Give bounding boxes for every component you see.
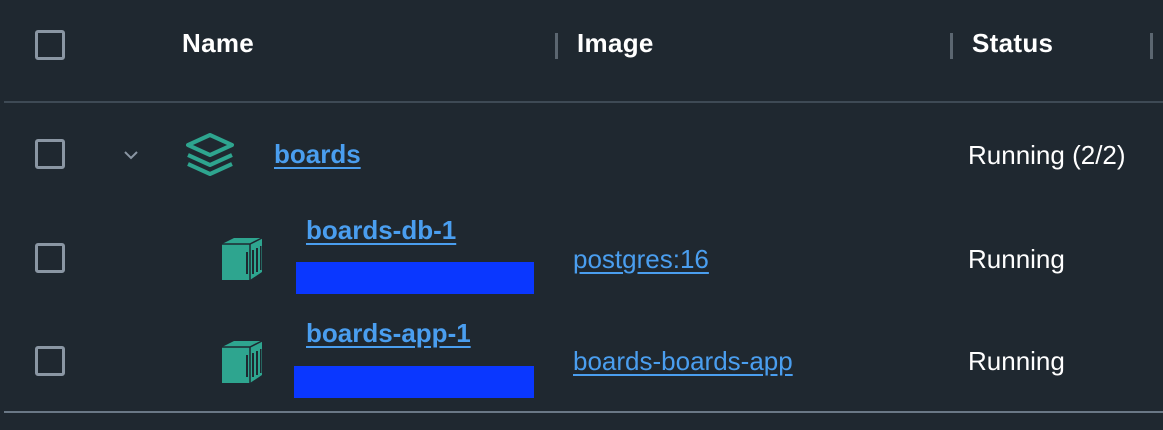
column-resize-handle-status[interactable] (1150, 33, 1153, 59)
image-link[interactable]: postgres:16 (573, 244, 709, 275)
group-name-link[interactable]: boards (274, 139, 361, 170)
column-header-name[interactable]: Name (182, 28, 254, 59)
redacted-container-id (296, 262, 534, 294)
chevron-down-icon[interactable] (122, 148, 140, 162)
container-icon (222, 237, 263, 280)
column-resize-handle-image[interactable] (950, 33, 953, 59)
column-header-status[interactable]: Status (972, 28, 1053, 59)
row-checkbox[interactable] (35, 139, 65, 169)
container-icon (222, 340, 263, 383)
redacted-container-id (294, 366, 534, 398)
bottom-divider (4, 411, 1163, 413)
stack-icon (186, 133, 234, 176)
row-checkbox[interactable] (35, 346, 65, 376)
container-name-link[interactable]: boards-db-1 (306, 215, 456, 246)
group-status: Running (2/2) (968, 140, 1126, 170)
image-link[interactable]: boards-boards-app (573, 346, 793, 377)
select-all-checkbox[interactable] (35, 30, 65, 60)
container-status: Running (968, 244, 1065, 274)
container-status: Running (968, 346, 1065, 376)
header-divider (4, 101, 1163, 103)
column-resize-handle-name[interactable] (555, 33, 558, 59)
column-header-image[interactable]: Image (577, 28, 654, 59)
container-name-link[interactable]: boards-app-1 (306, 318, 471, 349)
row-checkbox[interactable] (35, 243, 65, 273)
